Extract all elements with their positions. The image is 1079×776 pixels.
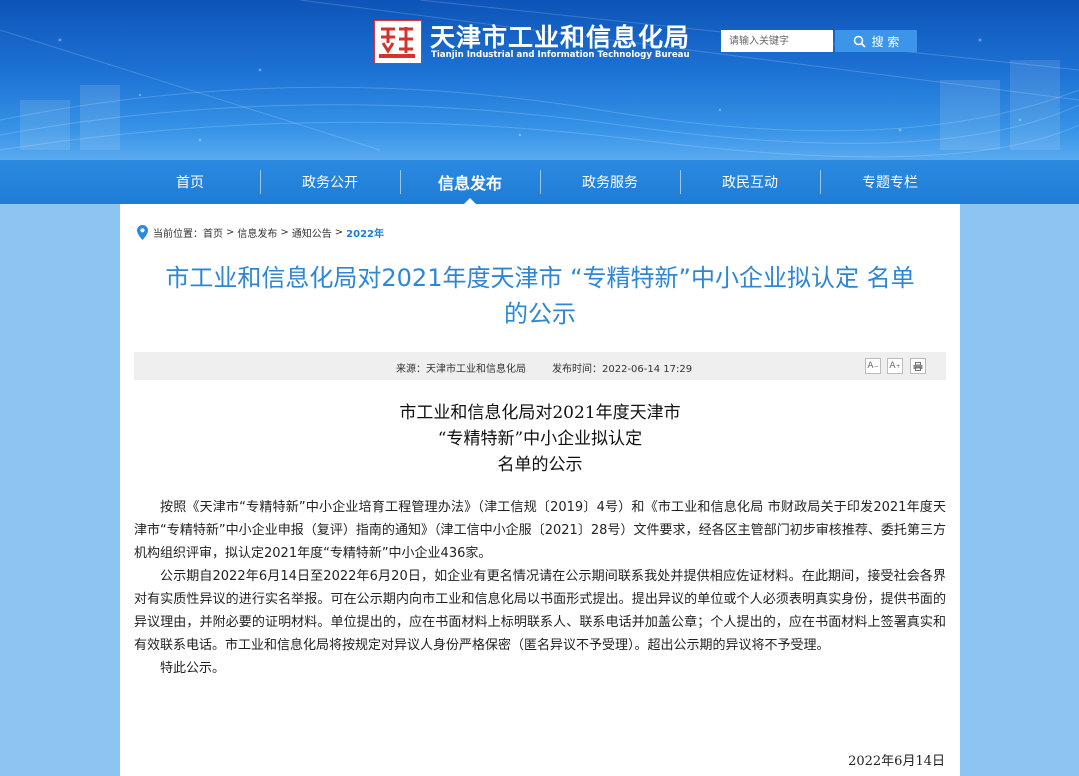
source-label: 来源：	[396, 364, 426, 375]
article-meta-bar: 来源：天津市工业和信息化局 发布时间：2022-06-14 17:29 A − A…	[134, 352, 946, 380]
article-panel: 当前位置： 首页 > 信息发布 > 通知公告 > 2022年 市工业和信息化局对…	[120, 204, 960, 776]
emblem-icon	[377, 23, 417, 59]
nav-item-label: 信息发布	[437, 174, 502, 193]
search-button-label: 搜 索	[871, 34, 900, 49]
document-title-line: 名单的公示	[497, 455, 583, 475]
font-size-increase-button[interactable]: A +	[887, 358, 903, 374]
breadcrumb-prefix: 当前位置：	[153, 229, 203, 240]
search-icon	[853, 35, 866, 48]
nav-item-label: 政务公开	[302, 175, 358, 191]
search-button[interactable]: 搜 索	[835, 30, 917, 52]
print-icon	[913, 361, 923, 371]
breadcrumb-link-2022[interactable]: 2022年	[346, 225, 384, 240]
font-size-decrease-button[interactable]: A −	[865, 358, 881, 374]
main-nav: 首页 政务公开 信息发布 政务服务 政民互动 专题专栏	[0, 160, 1079, 204]
breadcrumb-separator: >	[334, 227, 344, 238]
body-paragraph: 公示期自2022年6月14日至2022年6月20日，如企业有更名情况请在公示期间…	[134, 569, 946, 653]
breadcrumb-link-info-release[interactable]: 信息发布	[237, 225, 277, 240]
body-paragraph: 特此公示。	[160, 661, 226, 676]
site-title[interactable]: 天津市工业和信息化局	[430, 18, 690, 54]
body-paragraph: 按照《天津市“专精特新”中小企业培育工程管理办法》（津工信规〔2019〕4号）和…	[134, 500, 946, 561]
nav-item-label: 政民互动	[722, 175, 778, 191]
plus-icon: +	[895, 362, 901, 370]
site-emblem-logo[interactable]	[374, 20, 422, 64]
print-button[interactable]	[910, 358, 926, 374]
nav-item-info-release[interactable]: 信息发布	[400, 160, 540, 204]
nav-item-label: 首页	[176, 175, 204, 191]
time-label: 发布时间：	[552, 364, 602, 375]
time-value: 2022-06-14 17:29	[602, 364, 693, 375]
nav-item-label: 政务服务	[582, 175, 638, 191]
document-title-line: “专精特新”中小企业拟认定	[437, 429, 643, 449]
breadcrumb-link-home[interactable]: 首页	[203, 225, 223, 240]
minus-icon: −	[873, 362, 879, 370]
site-subtitle: Tianjin Industrial and Information Techn…	[431, 50, 690, 60]
article-date: 2022年6月14日	[848, 754, 945, 769]
article-body: 按照《天津市“专精特新”中小企业培育工程管理办法》（津工信规〔2019〕4号）和…	[134, 496, 946, 680]
document-title-line: 市工业和信息化局对2021年度天津市	[399, 403, 681, 423]
article-publish-time: 发布时间：2022-06-14 17:29	[552, 360, 692, 375]
source-value: 天津市工业和信息化局	[426, 364, 526, 375]
breadcrumb-link-notices[interactable]: 通知公告	[292, 225, 332, 240]
search-input[interactable]	[721, 30, 833, 52]
article-source: 来源：天津市工业和信息化局	[396, 360, 526, 375]
breadcrumb: 当前位置： 首页 > 信息发布 > 通知公告 > 2022年	[137, 225, 384, 240]
nav-item-public-interaction[interactable]: 政民互动	[680, 160, 820, 204]
breadcrumb-separator: >	[226, 227, 235, 238]
nav-item-label: 专题专栏	[862, 175, 918, 191]
page-title: 市工业和信息化局对2021年度天津市 “专精特新”中小企业拟认定 名单的公示	[165, 264, 915, 328]
document-title: 市工业和信息化局对2021年度天津市 “专精特新”中小企业拟认定 名单的公示	[240, 400, 840, 478]
location-pin-icon	[137, 225, 148, 240]
nav-item-gov-affairs-open[interactable]: 政务公开	[260, 160, 400, 204]
nav-item-gov-services[interactable]: 政务服务	[540, 160, 680, 204]
header-banner: 天津市工业和信息化局 Tianjin Industrial and Inform…	[0, 0, 1079, 160]
nav-item-home[interactable]: 首页	[120, 160, 260, 204]
nav-item-special-topics[interactable]: 专题专栏	[820, 160, 960, 204]
breadcrumb-separator: >	[280, 227, 289, 238]
